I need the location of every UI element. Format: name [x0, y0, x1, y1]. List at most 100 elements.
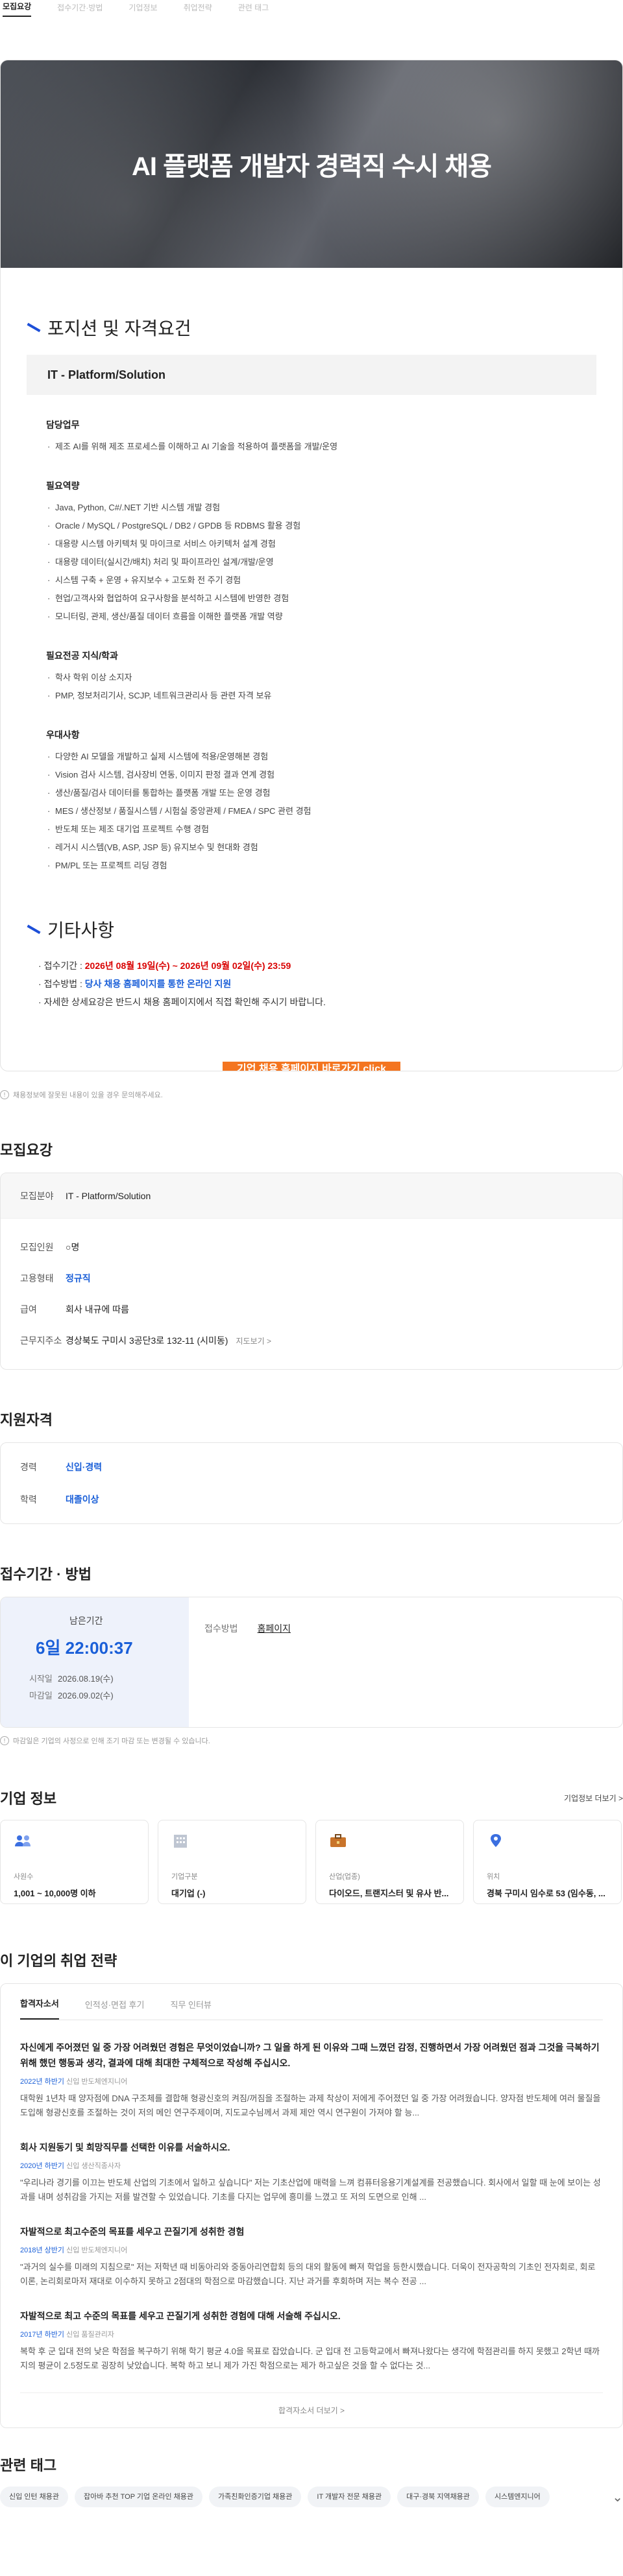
company-more-link[interactable]: 기업정보 더보기 >	[564, 1793, 623, 1804]
list-item: 반도체 또는 제조 대기업 프로젝트 수행 경험	[46, 820, 622, 839]
tab-company[interactable]: 기업정보	[128, 2, 157, 17]
apply-method-link[interactable]: 홈페이지	[258, 1622, 291, 1727]
group-list: Java, Python, C#/.NET 기반 시스템 개발 경험Oracle…	[46, 499, 622, 626]
resume-meta: 2018년 상반기 신입 반도체엔지니어	[20, 2245, 603, 2255]
list-item: 제조 AI를 위해 제조 프로세스를 이해하고 AI 기술을 적용하여 플랫폼을…	[46, 438, 622, 456]
list-item: 대용량 데이터(실시간/배치) 처리 및 파이프라인 설계/개발/운영	[46, 553, 622, 571]
resume-answer: 복학 후 군 입대 전의 낮은 학점을 복구하기 위해 학기 평균 4.0을 목…	[20, 2346, 600, 2370]
resume-question[interactable]: 자발적으로 최고 수준의 목표를 세우고 끈질기게 성취한 경험에 대해 서술해…	[20, 2308, 603, 2324]
resume-question[interactable]: 자신에게 주어졌던 일 중 가장 어려웠던 경험은 무엇이었습니까? 그 일을 …	[20, 2040, 603, 2071]
row-experience: 경력 신입·경력	[20, 1462, 103, 1472]
job-poster: AI 플랫폼 개발자 경력직 수시 채용 포지션 및 자격요건 IT - Pla…	[0, 60, 623, 1071]
tab-requirements[interactable]: 모집요강	[3, 1, 32, 17]
resume-item[interactable]: 자신에게 주어졌던 일 중 가장 어려웠던 경험은 무엇이었습니까? 그 일을 …	[20, 2040, 603, 2120]
resume-answer: "우리나라 경기를 이끄는 반도체 산업의 기초에서 일하고 싶습니다" 저는 …	[20, 2178, 601, 2202]
strategy-card: 합격자소서 인적성·면접 후기 직무 인터뷰 자신에게 주어졌던 일 중 가장 …	[0, 1983, 623, 2428]
list-item: MES / 생산정보 / 품질시스템 / 시험실 중앙관제 / FMEA / S…	[46, 802, 622, 820]
resume-kind: 신입	[66, 2078, 80, 2086]
deadline-title: 접수기간 · 방법	[0, 1566, 92, 1582]
tab-deadline[interactable]: 접수기간·방법	[57, 2, 103, 17]
resume-year: 2018년 상반기	[20, 2247, 65, 2254]
tab-tags[interactable]: 관련 태그	[238, 2, 269, 17]
section-position-heading: 포지션 및 자격요건	[27, 315, 622, 340]
building-icon	[171, 1833, 189, 1848]
strategy-title: 이 기업의 취업 전략	[0, 1953, 117, 1969]
qualification-title: 지원자격	[0, 1412, 53, 1428]
list-item: Oracle / MySQL / PostgreSQL / DB2 / GPDB…	[46, 517, 622, 535]
list-item: PM/PL 또는 프로젝트 리딩 경험	[46, 857, 622, 875]
card-label: 위치	[487, 1873, 500, 1881]
info-icon: !	[0, 1090, 9, 1099]
etc-method: · 접수방법 : 당사 채용 홈페이지를 통한 온라인 지원	[38, 979, 232, 989]
company-card: 위치경북 구미시 임수로 53 (임수동, ...	[473, 1820, 622, 1904]
resume-job: 품질관리자	[81, 2331, 114, 2339]
card-value: 1,001 ~ 10,000명 이하	[14, 1889, 96, 1898]
tag-chip[interactable]: 잡아바 추천 TOP 기업 온라인 채용관	[74, 2487, 203, 2507]
tag-chip[interactable]: 신입 인턴 채용관	[0, 2487, 68, 2507]
resume-question[interactable]: 회사 지원동기 및 희망직무를 선택한 이유를 서술하시오.	[20, 2140, 603, 2155]
qualification-card: 경력 신입·경력 학력 대졸이상	[0, 1442, 623, 1524]
group-title: 우대사항	[46, 730, 80, 740]
list-item: Java, Python, C#/.NET 기반 시스템 개발 경험	[46, 499, 622, 517]
resume-kind: 신입	[66, 2162, 80, 2170]
tag-chip[interactable]: 대구·경북 지역채용관	[397, 2487, 479, 2507]
poster-note: ! 채용정보에 잘못된 내용이 있을 경우 문의해주세요.	[0, 1090, 623, 1100]
tab-strategy[interactable]: 취업전략	[184, 2, 212, 17]
card-value: 경북 구미시 임수로 53 (임수동, ...	[487, 1889, 605, 1898]
card-label: 산업(업종)	[329, 1873, 360, 1881]
requirement-group: 담당업무제조 AI를 위해 제조 프로세스를 이해하고 AI 기술을 적용하여 …	[46, 418, 622, 456]
group-list: 학사 학위 이상 소지자PMP, 정보처리기사, SCJP, 네트워크관리사 등…	[46, 669, 622, 705]
slash-icon	[27, 924, 41, 935]
group-list: 제조 AI를 위해 제조 프로세스를 이해하고 AI 기술을 적용하여 플랫폼을…	[46, 438, 622, 456]
requirements-card: 모집분야 IT - Platform/Solution 모집인원 ○명 고용형태 정규…	[0, 1173, 623, 1370]
list-item: 생산/품질/검사 데이터를 통합하는 플랫폼 개발 또는 운영 경험	[46, 784, 622, 802]
group-title: 필요역량	[46, 481, 80, 491]
resume-job: 반도체엔지니어	[81, 2078, 128, 2086]
map-link[interactable]: 지도보기 >	[236, 1335, 271, 1346]
list-item: 모니터링, 관제, 생산/품질 데이터 흐름을 이해한 플랫폼 개발 역량	[46, 608, 622, 626]
card-value: 대기업 (-)	[171, 1889, 206, 1898]
tab-job-interview[interactable]: 직무 인터뷰	[170, 1998, 211, 2020]
resume-meta: 2022년 하반기 신입 반도체엔지니어	[20, 2076, 603, 2086]
list-item: 학사 학위 이상 소지자	[46, 669, 622, 687]
hero-title: AI 플랫폼 개발자 경력직 수시 채용	[132, 152, 492, 181]
requirement-groups: 담당업무제조 AI를 위해 제조 프로세스를 이해하고 AI 기술을 적용하여 …	[1, 418, 622, 875]
tag-chip[interactable]: 가족친화인증기업 채용관	[209, 2487, 302, 2507]
resume-year: 2017년 하반기	[20, 2331, 65, 2339]
remaining-time: 6일 22:00:37	[36, 1638, 133, 1658]
etc-note: · 자세한 상세요강은 반드시 채용 홈페이지에서 직접 확인해 주시기 바랍니…	[38, 997, 326, 1007]
group-title: 필요전공 지식/학과	[46, 650, 118, 661]
info-icon: !	[0, 1736, 9, 1745]
row-count: 모집인원 ○명	[20, 1242, 80, 1252]
etc-period: · 접수기간 : 2026년 08월 19일(수) ~ 2026년 09월 02…	[38, 960, 291, 971]
company-homepage-button[interactable]: 기업 채용 홈페이지 바로가기 click	[223, 1062, 400, 1071]
resume-item[interactable]: 자발적으로 최고 수준의 목표를 세우고 끈질기게 성취한 경험에 대해 서술해…	[20, 2308, 603, 2373]
resume-meta: 2020년 하반기 신입 생산직종사자	[20, 2160, 603, 2171]
remaining-panel: 남은기간 6일 22:00:37 시작일 2026.08.19(수) 마감일 202…	[1, 1597, 189, 1727]
etc-info: · 접수기간 : 2026년 08월 19일(수) ~ 2026년 09월 02…	[38, 957, 622, 1011]
card-label: 기업구분	[171, 1873, 198, 1881]
chevron-down-icon[interactable]: ⌄	[612, 2489, 623, 2505]
tag-chip[interactable]: 시스템엔지니어	[485, 2487, 550, 2507]
resume-job: 생산직종사자	[81, 2162, 121, 2170]
resume-question[interactable]: 자발적으로 최고수준의 목표를 세우고 끈질기게 성취한 경험	[20, 2224, 603, 2239]
company-cards: 사원수 1,001 ~ 10,000명 이하 기업구분 대기업 (-) 산업(업종) 다이…	[0, 1820, 623, 1904]
card-value: 다이오드, 트랜지스터 및 유사 반...	[329, 1889, 449, 1898]
resume-item[interactable]: 회사 지원동기 및 희망직무를 선택한 이유를 서술하시오. 2020년 하반기 …	[20, 2140, 603, 2204]
resume-item[interactable]: 자발적으로 최고수준의 목표를 세우고 끈질기게 성취한 경험 2018년 상반기…	[20, 2224, 603, 2289]
resume-kind: 신입	[66, 2247, 80, 2254]
tab-interview[interactable]: 인적성·면접 후기	[85, 1998, 145, 2020]
row-pay: 급여 회사 내규에 따름	[20, 1304, 129, 1315]
requirement-group: 필요역량 Java, Python, C#/.NET 기반 시스템 개발 경험Or…	[46, 479, 622, 626]
strategy-more-link[interactable]: 합격자소서 더보기 >	[20, 2392, 603, 2416]
resume-kind: 신입	[66, 2331, 80, 2339]
tag-chip[interactable]: IT 개발자 전문 채용관	[308, 2487, 391, 2507]
list-item: 다양한 AI 모델을 개발하고 실제 시스템에 적용/운영해본 경험	[46, 748, 622, 766]
tab-resume[interactable]: 합격자소서	[20, 1997, 59, 2020]
resume-year: 2020년 하반기	[20, 2162, 65, 2170]
section-etc-heading: 기타사항	[27, 916, 622, 942]
hero-banner: AI 플랫폼 개발자 경력직 수시 채용	[1, 60, 622, 268]
requirement-group: 우대사항다양한 AI 모델을 개발하고 실제 시스템에 적용/운영해본 경험Vi…	[46, 728, 622, 875]
slash-icon	[27, 322, 41, 333]
resume-meta: 2017년 하반기 신입 품질관리자	[20, 2329, 603, 2339]
